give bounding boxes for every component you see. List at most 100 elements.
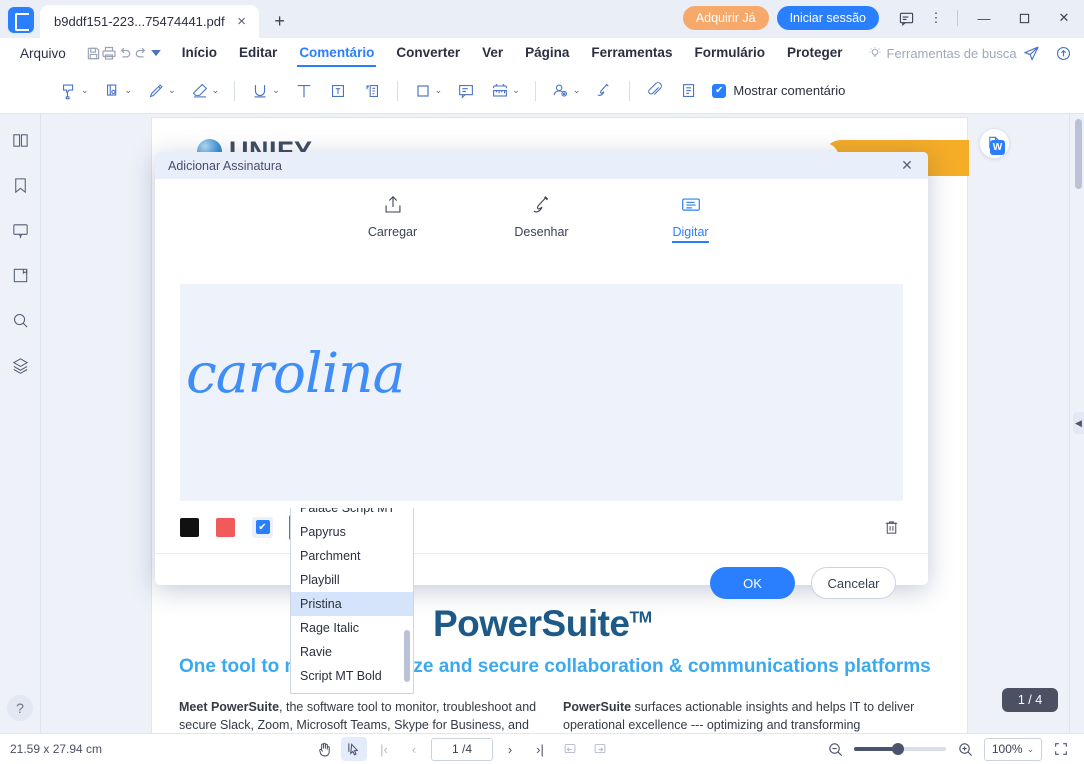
tab-draw[interactable]: Desenhar <box>494 194 590 243</box>
underline-tool[interactable]: ⌄ <box>243 74 287 108</box>
signature-tool[interactable] <box>587 74 621 108</box>
buy-now-button[interactable]: Adquirir Já <box>682 6 769 30</box>
sign-in-button[interactable]: Iniciar sessão <box>776 6 879 30</box>
collapse-ribbon-icon[interactable] <box>1081 39 1084 67</box>
attachment-tool[interactable] <box>638 74 672 108</box>
note-tool[interactable] <box>449 74 483 108</box>
chevron-down-icon[interactable]: ⌄ <box>512 85 520 96</box>
tab-converter[interactable]: Converter <box>385 41 471 65</box>
text-callout-tool[interactable] <box>355 74 389 108</box>
color-swatch-red[interactable] <box>216 517 235 537</box>
dropdown-item-playbill[interactable]: Playbill <box>291 568 413 592</box>
search-tools[interactable]: Ferramentas de busca <box>868 46 1017 61</box>
chevron-down-icon[interactable]: ⌄ <box>212 85 220 96</box>
zoom-slider[interactable] <box>854 743 946 755</box>
chevron-down-icon[interactable]: ⌄ <box>1027 744 1035 755</box>
shape-tool[interactable]: ⌄ <box>406 74 450 108</box>
chevron-down-icon[interactable]: ⌄ <box>435 85 443 96</box>
dropdown-item-rage-italic[interactable]: Rage Italic <box>291 616 413 640</box>
highlight-tool[interactable]: ⌄ <box>52 74 96 108</box>
font-dropdown-list[interactable]: Palace Script MT Papyrus Parchment Playb… <box>290 508 414 694</box>
tab-ver[interactable]: Ver <box>471 41 514 65</box>
expand-right-panel-handle[interactable]: ◀ <box>1073 412 1084 434</box>
page-number-input[interactable]: 1 /4 <box>431 737 494 761</box>
cancel-button[interactable]: Cancelar <box>811 567 896 599</box>
tab-comentario[interactable]: Comentário <box>288 41 385 67</box>
dropdown-item-ravie[interactable]: Ravie <box>291 640 413 664</box>
stamp-tool[interactable]: ⌄ <box>544 74 588 108</box>
comment-list-tool[interactable] <box>672 74 706 108</box>
feedback-icon[interactable] <box>891 4 921 32</box>
page-view-icon[interactable] <box>6 261 34 289</box>
vertical-scrollbar[interactable] <box>1075 119 1082 189</box>
help-icon[interactable]: ? <box>7 695 33 721</box>
tab-type[interactable]: Digitar <box>643 194 739 243</box>
tab-formulario[interactable]: Formulário <box>683 41 776 65</box>
pencil-tool[interactable]: ⌄ <box>139 74 183 108</box>
layers-icon[interactable] <box>6 351 34 379</box>
zoom-in-button[interactable] <box>952 737 978 761</box>
tab-proteger[interactable]: Proteger <box>776 41 854 65</box>
color-swatch-blue[interactable]: ✔ <box>252 516 273 538</box>
zoom-level-select[interactable]: 100% ⌄ <box>984 737 1042 761</box>
chevron-down-icon[interactable]: ⌄ <box>272 85 280 96</box>
dropdown-item-parchment[interactable]: Parchment <box>291 544 413 568</box>
menu-arquivo[interactable]: Arquivo <box>10 46 76 61</box>
tab-inicio[interactable]: Início <box>171 41 228 65</box>
dropdown-item-palace-script-mt[interactable]: Palace Script MT <box>291 508 413 520</box>
new-tab-button[interactable]: + <box>267 8 293 34</box>
cloud-upload-icon[interactable] <box>1049 39 1079 67</box>
last-page-button[interactable]: ›| <box>527 737 553 761</box>
zoom-out-button[interactable] <box>822 737 848 761</box>
continuous-view-icon[interactable] <box>587 737 613 761</box>
close-icon[interactable]: ✕ <box>896 155 918 177</box>
minimize-button[interactable]: — <box>964 4 1004 32</box>
hand-tool-icon[interactable] <box>311 737 337 761</box>
dropdown-item-pristina[interactable]: Pristina <box>291 592 413 616</box>
single-page-view-icon[interactable] <box>557 737 583 761</box>
bookmark-icon[interactable] <box>6 171 34 199</box>
chevron-down-icon[interactable]: ⌄ <box>125 85 133 96</box>
first-page-button[interactable]: |‹ <box>371 737 397 761</box>
checkbox-icon[interactable]: ✔ <box>712 83 727 98</box>
maximize-button[interactable] <box>1004 4 1044 32</box>
search-icon[interactable] <box>6 306 34 334</box>
signature-preview-area[interactable]: carolina <box>180 284 903 501</box>
show-comment-toggle[interactable]: ✔ Mostrar comentário <box>712 83 845 98</box>
eraser-tool[interactable]: ⌄ <box>183 74 227 108</box>
area-highlight-tool[interactable]: ⌄ <box>96 74 140 108</box>
pdf-to-word-button[interactable]: W <box>979 128 1010 159</box>
dropdown-item-script-mt-bold[interactable]: Script MT Bold <box>291 664 413 688</box>
undo-icon[interactable] <box>117 41 133 65</box>
tab-upload[interactable]: Carregar <box>345 194 441 243</box>
tab-pagina[interactable]: Página <box>514 41 580 65</box>
tab-ferramentas[interactable]: Ferramentas <box>580 41 683 65</box>
select-tool-icon[interactable] <box>341 737 368 761</box>
comments-panel-icon[interactable] <box>6 216 34 244</box>
dropdown-scrollbar[interactable] <box>404 630 410 682</box>
zoom-slider-handle[interactable] <box>892 743 904 755</box>
next-page-button[interactable]: › <box>497 737 523 761</box>
document-tab[interactable]: b9ddf151-223...75474441.pdf × <box>40 5 259 38</box>
color-swatch-black[interactable] <box>180 517 199 537</box>
redo-icon[interactable] <box>133 41 149 65</box>
share-icon[interactable] <box>1017 39 1047 67</box>
previous-page-button[interactable]: ‹ <box>401 737 427 761</box>
quick-access-dropdown-icon[interactable] <box>149 41 163 65</box>
more-options-icon[interactable]: ⋮ <box>921 4 951 32</box>
fullscreen-button[interactable] <box>1048 737 1074 761</box>
dropdown-item-segoe-script[interactable]: Segoe Script <box>291 688 413 693</box>
tab-editar[interactable]: Editar <box>228 41 288 65</box>
delete-signature-button[interactable] <box>879 515 903 539</box>
measure-tool[interactable]: ⌄ <box>483 74 527 108</box>
text-box-tool[interactable] <box>321 74 355 108</box>
save-icon[interactable] <box>86 41 101 65</box>
chevron-down-icon[interactable]: ⌄ <box>81 85 89 96</box>
close-icon[interactable]: × <box>233 13 251 31</box>
ok-button[interactable]: OK <box>710 567 795 599</box>
text-tool[interactable] <box>287 74 321 108</box>
chevron-down-icon[interactable]: ⌄ <box>168 85 176 96</box>
close-window-button[interactable]: ✕ <box>1044 4 1084 32</box>
chevron-down-icon[interactable]: ⌄ <box>573 85 581 96</box>
thumbnails-icon[interactable] <box>6 126 34 154</box>
